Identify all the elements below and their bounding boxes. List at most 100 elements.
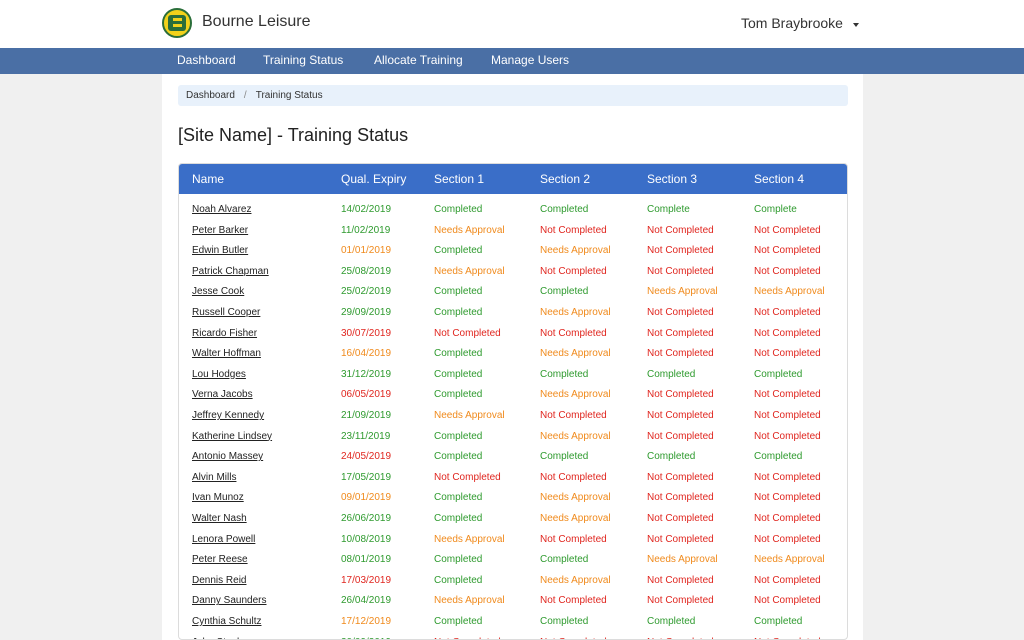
section-4-status: Not Completed (754, 513, 821, 524)
caret-down-icon[interactable] (852, 22, 859, 27)
user-name[interactable]: Tom Braybrooke (741, 15, 843, 31)
section-4-status: Not Completed (754, 410, 821, 421)
breadcrumb-current: Training Status (255, 90, 323, 101)
section-1-status: Completed (434, 204, 483, 215)
table-row: Alvin Mills 17/05/2019 Not Completed Not Co… (179, 468, 847, 488)
employee-name-link[interactable]: Antonio Massey (192, 451, 263, 462)
nav-manage-users[interactable]: Manage Users (491, 53, 569, 67)
breadcrumb-dashboard[interactable]: Dashboard (186, 90, 235, 101)
section-4-status: Not Completed (754, 574, 821, 586)
section-1-status: Completed (434, 430, 483, 442)
employee-name-link[interactable]: Peter Reese (192, 554, 248, 565)
employee-name-link[interactable]: Ricardo Fisher (192, 328, 257, 339)
employee-name-link[interactable]: Alvin Mills (192, 472, 236, 483)
qual-expiry-cell: 01/01/2019 (341, 245, 392, 257)
qual-expiry-cell: 17/03/2019 (341, 574, 392, 586)
section-1-status: Completed (434, 245, 483, 257)
section-4-status: Not Completed (754, 637, 821, 639)
employee-name-link[interactable]: Katherine Lindsey (192, 431, 272, 442)
nav-training-status[interactable]: Training Status (263, 53, 343, 67)
section-2-status: Not Completed (540, 595, 607, 607)
section-4-status: Not Completed (754, 245, 821, 257)
employee-name-link[interactable]: Russell Cooper (192, 307, 260, 318)
section-3-status: Not Completed (647, 265, 714, 277)
section-4-status: Not Completed (754, 327, 821, 339)
section-2-status: Needs Approval (540, 513, 611, 524)
section-3-status: Not Completed (647, 637, 714, 639)
employee-name-link[interactable]: Danny Saunders (192, 595, 267, 606)
section-1-status: Not Completed (434, 327, 501, 339)
col-header-section-1[interactable]: Section 1 (434, 172, 484, 186)
employee-name-link[interactable]: Peter Barker (192, 225, 248, 236)
nav-dashboard[interactable]: Dashboard (177, 53, 236, 67)
employee-name-link[interactable]: Cynthia Schultz (192, 616, 261, 627)
col-header-name[interactable]: Name (192, 172, 224, 186)
col-header-section-4[interactable]: Section 4 (754, 172, 804, 186)
section-3-status: Not Completed (647, 492, 714, 504)
section-2-status: Needs Approval (540, 574, 611, 586)
section-1-status: Needs Approval (434, 533, 505, 545)
table-row: Ivan Munoz 09/01/2019 Completed Needs Appro… (179, 488, 847, 508)
section-4-status: Complete (754, 204, 797, 215)
employee-name-link[interactable]: Edwin Butler (192, 245, 248, 256)
section-3-status: Not Completed (647, 595, 714, 607)
section-4-status: Not Completed (754, 471, 821, 483)
section-1-status: Completed (434, 451, 483, 463)
section-3-status: Not Completed (647, 245, 714, 257)
section-1-status: Completed (434, 554, 483, 566)
employee-name-link[interactable]: John Steele (192, 637, 245, 639)
section-1-status: Completed (434, 513, 483, 524)
table-row: Lou Hodges 31/12/2019 Completed Completed Co… (179, 365, 847, 385)
table-row: Ricardo Fisher 30/07/2019 Not Completed Not… (179, 324, 847, 344)
section-1-status: Completed (434, 389, 483, 401)
section-2-status: Completed (540, 554, 589, 566)
qual-expiry-cell: 29/09/2019 (341, 307, 392, 318)
employee-name-link[interactable]: Verna Jacobs (192, 389, 253, 400)
qual-expiry-cell: 24/05/2019 (341, 451, 392, 463)
table-row: Peter Reese 08/01/2019 Completed Completed N… (179, 550, 847, 570)
qual-expiry-cell: 21/09/2019 (341, 410, 392, 421)
section-2-status: Not Completed (540, 265, 607, 277)
employee-name-link[interactable]: Walter Nash (192, 513, 247, 524)
qual-expiry-cell: 25/08/2019 (341, 265, 392, 277)
section-4-status: Completed (754, 368, 803, 380)
employee-name-link[interactable]: Noah Alvarez (192, 204, 251, 215)
table-row: Cynthia Schultz 17/12/2019 Completed Comple… (179, 612, 847, 632)
col-header-section-3[interactable]: Section 3 (647, 172, 697, 186)
table-row: Antonio Massey 24/05/2019 Completed Complet… (179, 447, 847, 467)
section-2-status: Not Completed (540, 533, 607, 545)
section-2-status: Needs Approval (540, 348, 611, 360)
brand-name[interactable]: Bourne Leisure (202, 13, 311, 31)
employee-name-link[interactable]: Jesse Cook (192, 286, 244, 297)
employee-name-link[interactable]: Walter Hoffman (192, 348, 261, 359)
section-3-status: Not Completed (647, 410, 714, 421)
section-4-status: Not Completed (754, 389, 821, 401)
employee-name-link[interactable]: Lenora Powell (192, 534, 255, 545)
main-nav: Dashboard Training Status Allocate Train… (0, 48, 1024, 74)
bourne-leisure-logo-icon[interactable] (162, 8, 192, 38)
training-status-table: Name Qual. Expiry Section 1 Section 2 Se… (178, 163, 848, 640)
employee-name-link[interactable]: Ivan Munoz (192, 492, 244, 503)
qual-expiry-cell: 09/01/2019 (341, 492, 392, 504)
section-1-status: Needs Approval (434, 224, 505, 236)
user-menu[interactable]: Tom Braybrooke (741, 15, 859, 31)
section-1-status: Not Completed (434, 637, 501, 639)
employee-name-link[interactable]: Dennis Reid (192, 575, 246, 586)
table-row: Edwin Butler 01/01/2019 Completed Needs App… (179, 241, 847, 261)
col-header-section-2[interactable]: Section 2 (540, 172, 590, 186)
nav-allocate-training[interactable]: Allocate Training (374, 53, 463, 67)
section-4-status: Needs Approval (754, 554, 825, 566)
table-row: Lenora Powell 10/08/2019 Needs Approval Not… (179, 530, 847, 550)
employee-name-link[interactable]: Lou Hodges (192, 369, 246, 380)
qual-expiry-cell: 10/08/2019 (341, 533, 392, 545)
section-3-status: Needs Approval (647, 286, 718, 298)
section-2-status: Needs Approval (540, 430, 611, 442)
employee-name-link[interactable]: Patrick Chapman (192, 266, 269, 277)
section-4-status: Not Completed (754, 224, 821, 236)
qual-expiry-cell: 17/05/2019 (341, 471, 392, 483)
col-header-expiry[interactable]: Qual. Expiry (341, 172, 406, 186)
app-header: Bourne Leisure Tom Braybrooke (0, 0, 1024, 48)
content-panel: Dashboard / Training Status [Site Name] … (162, 74, 863, 640)
qual-expiry-cell: 14/02/2019 (341, 204, 392, 215)
employee-name-link[interactable]: Jeffrey Kennedy (192, 410, 264, 421)
